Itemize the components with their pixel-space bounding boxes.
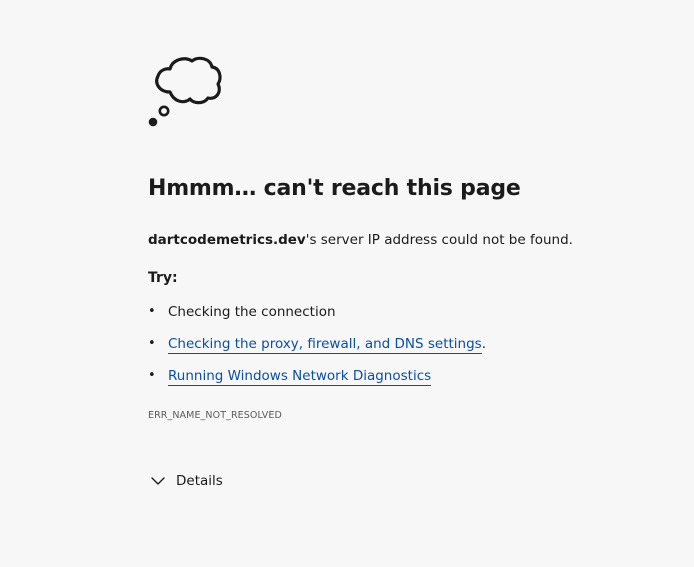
bullet: • xyxy=(148,336,156,351)
proxy-settings-link[interactable]: Checking the proxy, firewall, and DNS se… xyxy=(168,336,482,354)
network-diagnostics-link[interactable]: Running Windows Network Diagnostics xyxy=(168,368,432,386)
suggestion-text: Checking the connection xyxy=(168,304,336,320)
details-label: Details xyxy=(176,473,223,489)
error-message: dartcodemetrics.dev's server IP address … xyxy=(148,232,573,248)
suggestion-item-connection: • Checking the connection xyxy=(148,303,486,335)
suggestion-suffix: . xyxy=(481,336,487,352)
error-message-text: 's server IP address could not be found. xyxy=(305,232,573,248)
chevron-down-icon xyxy=(151,477,165,485)
suggestion-item-diagnostics: • Running Windows Network Diagnostics xyxy=(148,367,486,399)
suggestion-list: • Checking the connection • Checking the… xyxy=(148,303,486,399)
page-title: Hmmm… can't reach this page xyxy=(148,176,521,201)
suggestion-item-proxy: • Checking the proxy, firewall, and DNS … xyxy=(148,335,486,367)
error-code: ERR_NAME_NOT_RESOLVED xyxy=(148,410,282,421)
try-label: Try: xyxy=(148,270,178,286)
bullet: • xyxy=(148,368,156,383)
details-button[interactable]: Details xyxy=(150,470,223,492)
thought-cloud-icon xyxy=(148,56,222,127)
failed-domain: dartcodemetrics.dev xyxy=(148,232,306,248)
error-page: Hmmm… can't reach this page dartcodemetr… xyxy=(0,0,694,567)
bullet: • xyxy=(148,304,156,319)
